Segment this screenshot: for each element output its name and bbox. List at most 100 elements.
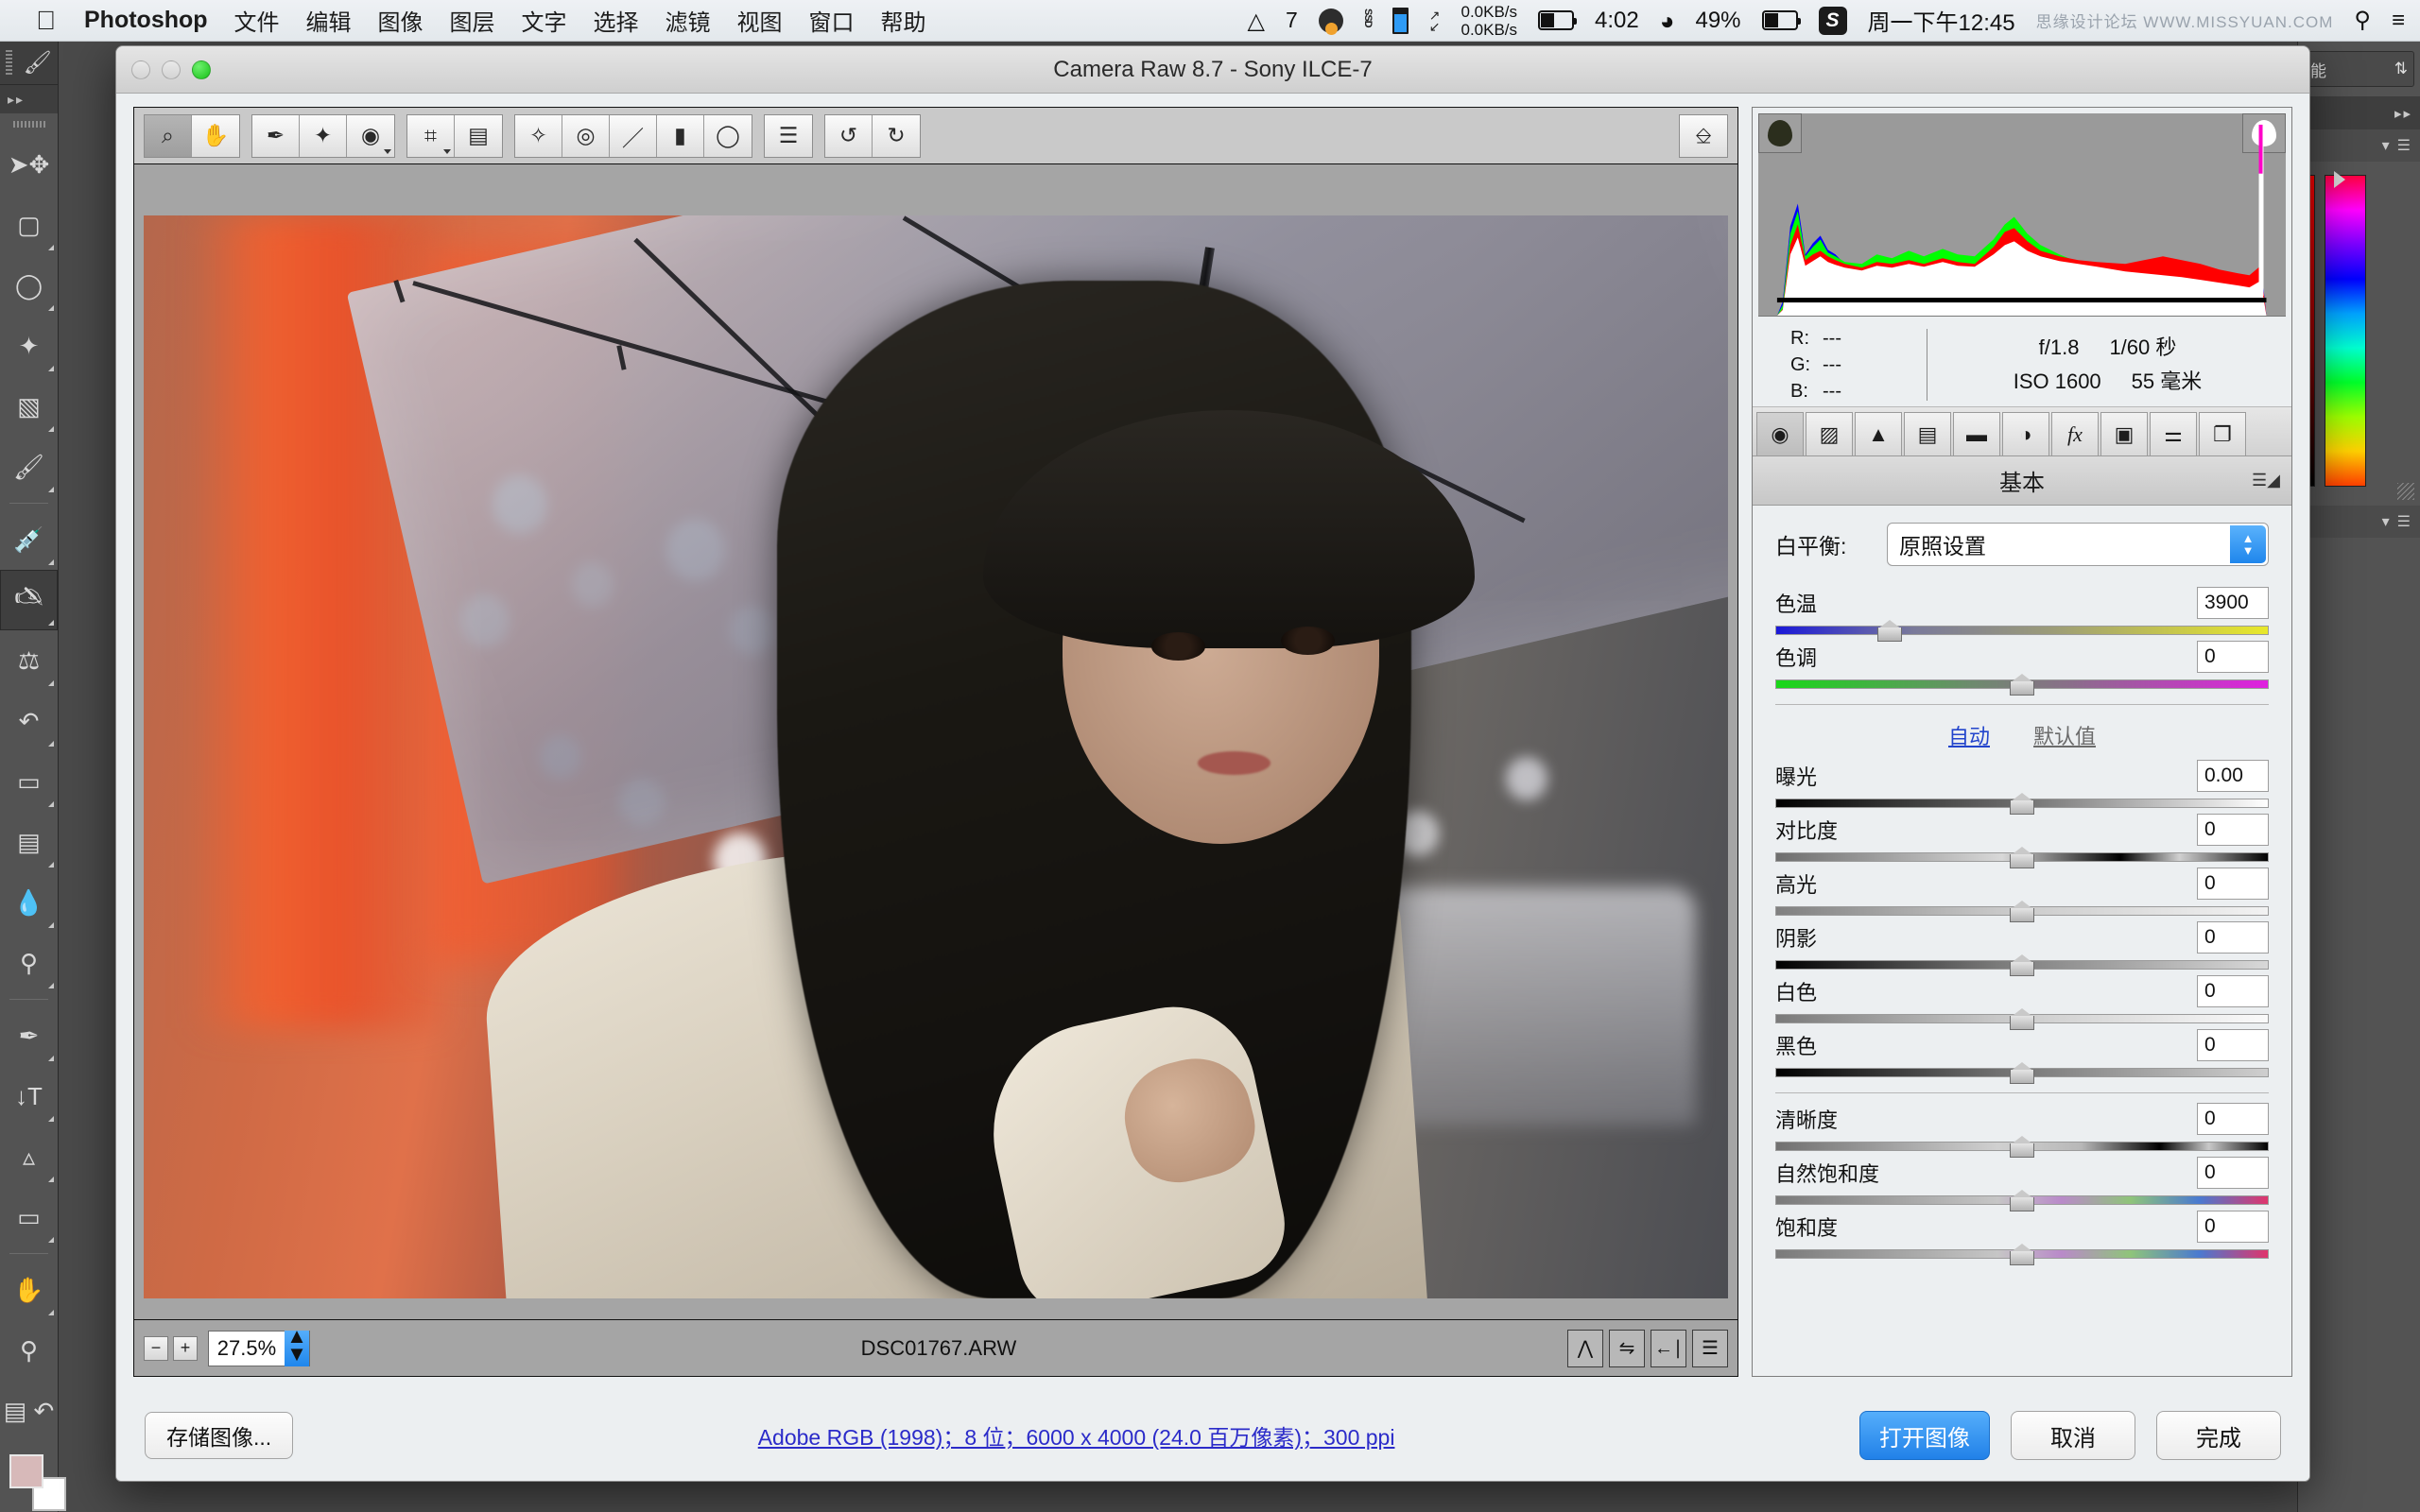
shadows-knob[interactable] [2010,954,2034,976]
panel-resize-grip[interactable] [2397,483,2414,500]
zoom-in-button[interactable]: + [173,1336,198,1361]
zoom-tool-button[interactable]: ⌕ [145,115,192,157]
memory-gauge-icon[interactable] [1392,8,1409,34]
chevron-down-icon[interactable]: ▾ [2382,136,2390,155]
rotate-cw-button[interactable]: ↻ [873,115,920,157]
crop-tool-button[interactable]: ⌗ [407,115,455,157]
eyedropper-tool[interactable]: 🖌 [0,437,58,497]
auto-link[interactable]: 自动 [1948,720,1990,750]
zoom-tool[interactable]: ⚲ [0,1320,58,1381]
marquee-tool[interactable]: ▢ [0,195,58,255]
blacks-value[interactable]: 0 [2197,1029,2269,1061]
menu-item-view[interactable]: 视图 [737,4,783,37]
swatches-panel-header[interactable]: ▾ ☰ [2298,506,2420,538]
app-name-photoshop[interactable]: Photoshop [84,7,208,34]
menu-item-window[interactable]: 窗口 [809,4,855,37]
whites-track[interactable] [1775,1014,2269,1023]
toolbar-drag-grip[interactable] [0,113,58,134]
exposure-knob[interactable] [2010,792,2034,815]
foreground-color-swatch[interactable] [9,1454,43,1488]
zoom-out-button[interactable]: − [144,1336,168,1361]
history-brush-tool[interactable]: ↶ [0,691,58,751]
menu-item-edit[interactable]: 编辑 [306,4,352,37]
color-panel-body[interactable] [2298,162,2420,506]
vibrance-value[interactable]: 0 [2197,1157,2269,1189]
spotlight-search-icon[interactable]: ⚲ [2354,7,2371,34]
saturation-value[interactable]: 0 [2197,1211,2269,1243]
contrast-knob[interactable] [2010,846,2034,868]
histogram[interactable] [1758,113,2286,317]
image-canvas[interactable] [133,163,1738,1320]
pen-tool[interactable]: ✒ [0,1005,58,1066]
clarity-knob[interactable] [2010,1135,2034,1158]
clarity-track[interactable] [1775,1142,2269,1151]
color-panel-header[interactable]: ▾ ☰ [2298,129,2420,162]
shadows-value[interactable]: 0 [2197,921,2269,954]
sync-settings-button[interactable]: ☰ [1692,1330,1728,1367]
menu-item-image[interactable]: 图像 [378,4,424,37]
tab-tone-curve[interactable]: ▨ [1806,412,1853,455]
menu-item-type[interactable]: 文字 [522,4,567,37]
color-sampler-tool-button[interactable]: ✦ [300,115,347,157]
clone-stamp-tool[interactable]: ⚖ [0,630,58,691]
radial-filter-tool-button[interactable]: ◯ [704,115,752,157]
hue-ramp[interactable] [2325,175,2366,487]
blacks-knob[interactable] [2010,1061,2034,1084]
straighten-tool-button[interactable]: ▤ [455,115,502,157]
hand-tool-button[interactable]: ✋ [192,115,239,157]
white-balance-select[interactable]: 原照设置 ▲▼ [1887,523,2269,566]
contrast-value[interactable]: 0 [2197,814,2269,846]
camera-raw-titlebar[interactable]: Camera Raw 8.7 - Sony ILCE-7 [116,46,2309,94]
spot-removal-tool-button[interactable]: ✧ [515,115,562,157]
toolbar-collapse-toggle[interactable]: ▸▸ [0,85,58,113]
menu-item-layer[interactable]: 图层 [450,4,495,37]
zoom-stepper[interactable]: ▲▼ [285,1331,309,1366]
menu-item-filter[interactable]: 滤镜 [666,4,711,37]
tint-track[interactable] [1775,679,2269,689]
lasso-tool[interactable]: ◯ [0,255,58,316]
zoom-level-field[interactable]: 27.5% ▲▼ [208,1331,310,1366]
move-tool[interactable]: ➤✥ [0,134,58,195]
vibrance-track[interactable] [1775,1195,2269,1205]
preferences-button[interactable]: ⎒ [1679,114,1728,158]
rectangle-shape-tool[interactable]: ▭ [0,1187,58,1247]
panel-menu-icon[interactable]: ☰◢ [2252,471,2280,490]
highlights-track[interactable] [1775,906,2269,916]
targeted-adjustment-tool-button[interactable]: ◉ [347,115,394,157]
brush-preset-icon[interactable]: 🖌 [24,49,52,77]
path-selection-tool[interactable]: ▵ [0,1126,58,1187]
apple-icon[interactable]:  [36,8,56,34]
preset-list-button[interactable]: ☰ [765,115,812,157]
tint-value[interactable]: 0 [2197,641,2269,673]
tab-camera-calibration[interactable]: ▣ [2100,412,2148,455]
shadows-track[interactable] [1775,960,2269,970]
tab-basic[interactable]: ◉ [1756,412,1804,455]
cancel-button[interactable]: 取消 [2011,1411,2135,1460]
tint-knob[interactable] [2010,673,2034,696]
exposure-value[interactable]: 0.00 [2197,760,2269,792]
brush-tool[interactable]: 🖎 [0,570,58,630]
crop-tool[interactable]: ▧ [0,376,58,437]
tab-split-toning[interactable]: ▬ [1953,412,2000,455]
clarity-value[interactable]: 0 [2197,1103,2269,1135]
highlights-knob[interactable] [2010,900,2034,922]
highlights-value[interactable]: 0 [2197,868,2269,900]
rotate-ccw-button[interactable]: ↺ [825,115,873,157]
tab-lens-corrections[interactable]: ◑ [2002,412,2049,455]
panel-expand-toggle[interactable]: ▸▸ [2298,97,2420,129]
white-balance-tool-button[interactable]: ✒ [252,115,300,157]
battery-icon[interactable] [1762,10,1798,30]
temperature-value[interactable]: 3900 [2197,587,2269,619]
preview-toggle-button[interactable]: ⋀ [1567,1330,1603,1367]
menu-item-help[interactable]: 帮助 [881,4,926,37]
default-link[interactable]: 默认值 [2033,720,2096,750]
adjustment-brush-tool-button[interactable]: ／ [610,115,657,157]
qq-icon[interactable] [1319,9,1343,33]
adobe-creative-cloud-icon[interactable]: △ [1247,8,1264,34]
tab-presets[interactable]: ⚌ [2150,412,2197,455]
panel-menu-icon-2[interactable]: ☰ [2397,512,2411,531]
workspace-preset-select[interactable]: 能 ⇅ [2304,51,2414,87]
whites-knob[interactable] [2010,1007,2034,1030]
whites-value[interactable]: 0 [2197,975,2269,1007]
white-balance-stepper[interactable]: ▲▼ [2230,525,2266,563]
